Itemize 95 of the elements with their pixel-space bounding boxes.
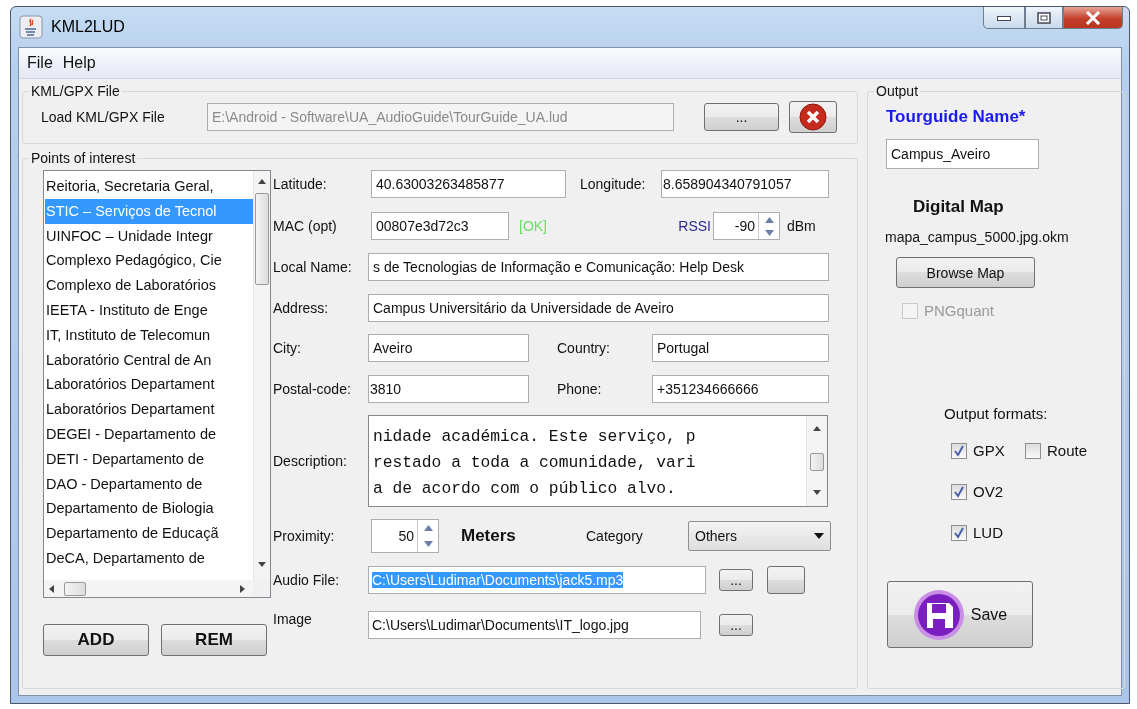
checkbox[interactable] (951, 524, 967, 541)
checkbox[interactable] (1025, 442, 1041, 459)
menu-item[interactable]: Help (62, 54, 96, 72)
field-label: MAC (opt) (273, 218, 338, 234)
list-item[interactable]: IT, Instituto de Telecomun (45, 322, 253, 348)
maximize-icon (1037, 11, 1051, 24)
add-button[interactable]: ADD (43, 624, 149, 656)
save-button[interactable]: Save (887, 581, 1033, 648)
close-button[interactable] (1063, 7, 1123, 29)
field-label: Postal-code: (273, 381, 352, 397)
vertical-scrollbar[interactable] (806, 416, 827, 506)
field-label: RSSI (678, 218, 711, 234)
field-label: Address: (273, 300, 330, 316)
field-label: City: (273, 340, 302, 356)
latitude-field[interactable]: 40.63003263485877 (371, 170, 566, 198)
list-item[interactable]: Departamento de Biologia (45, 496, 253, 522)
field-label: Tourguide Name* (886, 107, 1027, 127)
browse-button[interactable]: ... (719, 569, 753, 591)
scroll-thumb[interactable] (64, 581, 86, 596)
section-title: Digital Map (913, 197, 1005, 217)
checkbox[interactable] (951, 442, 967, 459)
field-label: Description: (273, 453, 348, 469)
local-name-field[interactable]: s de Tecnologias de Informação e Comunicação: Help Desk (368, 253, 829, 281)
category-dropdown[interactable]: Others (688, 521, 831, 551)
blank-button[interactable] (767, 566, 805, 594)
browse-button[interactable]: ... (719, 614, 753, 636)
list-item[interactable]: DETI - Departamento de (45, 446, 253, 472)
map-file-name: mapa_campus_5000.jpg.okm (885, 229, 1070, 245)
close-icon (1085, 10, 1101, 25)
field-label: Category (586, 528, 644, 544)
checkbox-label: LUD (973, 524, 1003, 541)
checkbox-label: PNGquant (924, 302, 995, 319)
tourguide-name-field[interactable]: Campus_Aveiro (886, 139, 1039, 169)
close-icon (799, 103, 827, 131)
browse-button[interactable]: ... (704, 103, 779, 131)
longitude-field[interactable]: 8.658904340791057 (661, 170, 829, 198)
checkbox-label: Route (1047, 442, 1088, 459)
remove-button[interactable]: REM (161, 624, 267, 656)
list-item[interactable]: DAO - Departamento de (45, 471, 253, 497)
group-title: Output (875, 83, 920, 99)
vertical-scrollbar[interactable] (253, 171, 270, 580)
list-item[interactable]: DEGEI - Departamento de (45, 421, 253, 447)
window-title: KML2LUD (51, 18, 126, 36)
scrollbar-corner (253, 580, 270, 597)
field-label: Phone: (557, 381, 603, 397)
unit-label: Meters (461, 526, 517, 546)
description-field[interactable]: nidade académica. Este serviço, p restado a toda a comunidade, vari a de acordo com o público alvo. (368, 415, 828, 507)
menu-item[interactable]: File (27, 54, 53, 72)
horizontal-scrollbar[interactable] (44, 580, 253, 597)
unit-label: dBm (787, 218, 817, 234)
field-label: Country: (557, 340, 611, 356)
list-item[interactable]: Laboratórios Departament (45, 372, 253, 398)
coffee-cup-icon (19, 15, 43, 39)
list-item[interactable]: Complexo Pedagógico, Cie (45, 248, 253, 274)
list-item[interactable]: Laboratório Central de An (45, 347, 253, 373)
browse-map-button[interactable]: Browse Map (896, 257, 1035, 288)
list-item[interactable]: DeCA, Departamento de (45, 545, 253, 571)
list-item[interactable]: Complexo de Laboratórios (45, 273, 253, 298)
address-field[interactable]: Campus Universitário da Universidade de Aveiro (368, 294, 829, 322)
status-text: [OK] (519, 218, 547, 234)
postal-code-field[interactable]: 3810 (368, 375, 529, 403)
floppy-disk-icon (912, 588, 965, 641)
list-item[interactable]: Laboratórios Departament (45, 397, 253, 422)
minimize-icon (997, 14, 1011, 21)
field-label: Longitude: (580, 176, 647, 192)
scroll-thumb[interactable] (810, 453, 824, 471)
group-title: Points of interest (30, 150, 137, 166)
field-label: Audio File: (273, 572, 341, 588)
list-item[interactable]: UINFOC – Unidade Integr (45, 223, 253, 249)
list-item[interactable]: Reitoria, Secretaria Geral, (45, 174, 253, 199)
proximity-spinner[interactable]: 50 (371, 519, 439, 553)
clear-button[interactable] (789, 101, 837, 133)
points-list[interactable] (43, 170, 271, 598)
phone-field[interactable]: +351234666666 (652, 375, 829, 403)
section-title: Output formats: (944, 405, 1049, 422)
field-label: Local Name: (273, 259, 353, 275)
image-field[interactable]: C:\Users\Ludimar\Documents\IT_logo.jpg (368, 611, 701, 639)
maximize-button[interactable] (1025, 7, 1063, 29)
caret-icon (814, 533, 824, 539)
field-label: Latitude: (273, 176, 328, 192)
city-field[interactable]: Aveiro (368, 334, 529, 362)
checkbox-label: OV2 (973, 483, 1003, 500)
group-title: KML/GPX File (30, 83, 121, 99)
rssi-spinner[interactable]: -90 (713, 212, 780, 240)
field-label: Proximity: (273, 528, 336, 544)
field-label: Image (273, 611, 313, 627)
country-field[interactable]: Portugal (652, 334, 829, 362)
minimize-button[interactable] (983, 7, 1025, 29)
scroll-thumb[interactable] (255, 193, 269, 285)
mac-field[interactable]: 00807e3d72c3 (371, 212, 509, 240)
list-item[interactable]: IEETA - Instituto de Enge (45, 298, 253, 323)
checkbox[interactable] (951, 483, 967, 500)
field-label: Load KML/GPX File (41, 109, 166, 125)
list-item[interactable]: Departamento de Educaçã (45, 521, 253, 546)
checkbox-label: GPX (973, 442, 1005, 459)
